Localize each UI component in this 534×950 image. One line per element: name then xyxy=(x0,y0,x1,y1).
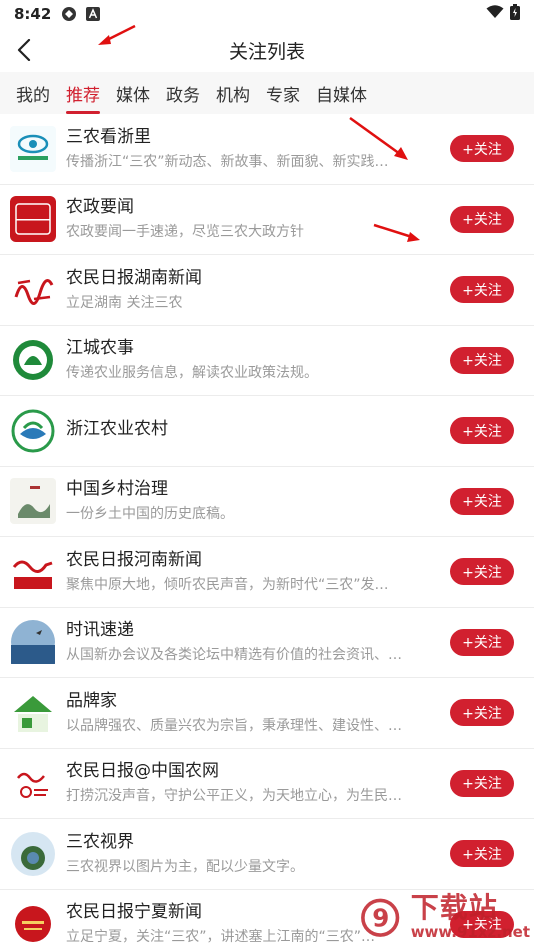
account-text: 中国乡村治理一份乡土中国的历史底稿。 xyxy=(66,478,450,524)
tab-5[interactable]: 专家 xyxy=(258,72,308,114)
top-app-bar: 关注列表 xyxy=(0,28,534,72)
account-row[interactable]: 中国乡村治理 一份乡土中国的历史底稿。 +关注 xyxy=(0,467,534,537)
wifi-icon xyxy=(486,5,504,23)
account-name: 农民日报湖南新闻 xyxy=(66,267,202,288)
tab-6[interactable]: 自媒体 xyxy=(308,72,375,114)
account-logo-icon xyxy=(10,548,56,595)
tab-4[interactable]: 机构 xyxy=(208,72,258,114)
account-text: 品牌家以品牌强农、质量兴农为宗旨，秉承理性、建设性、… xyxy=(66,690,450,736)
watermark-url: www.91xz.net xyxy=(410,923,530,941)
account-row[interactable]: 三农看浙里 传播浙江“三农”新动态、新故事、新面貌、新实践… +关注 xyxy=(0,114,534,185)
account-name: 农民日报@中国农网 xyxy=(66,761,219,782)
account-name: 品牌家 xyxy=(66,690,117,711)
site-watermark: 9 下载站 www.91xz.net xyxy=(360,886,530,948)
account-name: 时讯速递 xyxy=(66,620,134,641)
account-description: 以品牌强农、质量兴农为宗旨，秉承理性、建设性、… xyxy=(66,717,402,734)
account-name: 浙江农业农村 xyxy=(66,418,168,439)
account-logo-icon xyxy=(10,196,56,243)
account-logo-icon xyxy=(10,831,56,877)
tab-3[interactable]: 政务 xyxy=(158,72,208,114)
account-description: 三农视界以图片为主，配以少量文字。 xyxy=(66,858,304,875)
account-text: 农民日报湖南新闻立足湖南 关注三农 xyxy=(66,267,450,313)
app-a-icon xyxy=(85,6,101,22)
account-row[interactable]: 浙江农业农村 +关注 xyxy=(0,396,534,467)
account-name: 农民日报河南新闻 xyxy=(66,549,202,570)
account-description: 农政要闻一手速递，尽览三农大政方针 xyxy=(66,224,304,241)
account-name: 江城农事 xyxy=(66,338,134,359)
watermark-logo-icon: 9 xyxy=(361,898,400,937)
account-logo-icon xyxy=(10,125,56,172)
follow-button[interactable]: +关注 xyxy=(450,487,514,515)
follow-button[interactable]: +关注 xyxy=(450,628,514,656)
watermark-main: 下载站 xyxy=(410,891,498,924)
account-text: 江城农事传递农业服务信息，解读农业政策法规。 xyxy=(66,337,450,383)
follow-button[interactable]: +关注 xyxy=(450,769,514,797)
account-description: 打捞沉没声音，守护公平正义，为天地立心，为生民… xyxy=(66,788,402,805)
account-logo-icon xyxy=(10,689,56,736)
account-row[interactable]: 三农视界 三农视界以图片为主，配以少量文字。 +关注 xyxy=(0,819,534,890)
back-button[interactable] xyxy=(8,34,40,66)
account-text: 农政要闻农政要闻一手速递，尽览三农大政方针 xyxy=(66,196,450,242)
category-tabs: 我的 推荐 媒体 政务 机构 专家 自媒体 xyxy=(0,72,534,114)
account-text: 浙江农业农村 xyxy=(66,418,450,444)
page-title: 关注列表 xyxy=(228,40,305,63)
account-name: 三农看浙里 xyxy=(66,126,151,147)
account-description: 一份乡土中国的历史底稿。 xyxy=(66,506,234,523)
follow-button[interactable]: +关注 xyxy=(450,417,514,445)
account-text: 三农视界三农视界以图片为主，配以少量文字。 xyxy=(66,831,450,877)
account-logo-icon xyxy=(10,901,56,948)
account-list: 三农看浙里 传播浙江“三农”新动态、新故事、新面貌、新实践… +关注 农政要闻 农政要闻… xyxy=(0,114,534,950)
account-row[interactable]: 江城农事 传递农业服务信息，解读农业政策法规。 +关注 xyxy=(0,326,534,396)
follow-button[interactable]: +关注 xyxy=(450,346,514,374)
follow-button[interactable]: +关注 xyxy=(450,558,514,586)
follow-button[interactable]: +关注 xyxy=(450,135,514,163)
status-time: 8:42 xyxy=(14,5,52,23)
account-description: 立足湖南 关注三农 xyxy=(66,294,183,311)
follow-button[interactable]: +关注 xyxy=(450,276,514,304)
account-name: 农政要闻 xyxy=(66,197,134,218)
account-row[interactable]: 品牌家 以品牌强农、质量兴农为宗旨，秉承理性、建设性、… +关注 xyxy=(0,678,534,749)
account-description: 传播浙江“三农”新动态、新故事、新面貌、新实践… xyxy=(66,153,389,170)
account-logo-icon xyxy=(10,478,56,525)
account-name: 三农视界 xyxy=(66,831,134,852)
account-logo-icon xyxy=(10,266,56,313)
watermark-digit: 9 xyxy=(372,903,389,932)
account-description: 聚焦中原大地，倾听农民声音，为新时代“三农”发… xyxy=(66,576,389,593)
account-logo-icon xyxy=(10,337,56,384)
app-notification-icon xyxy=(61,6,77,22)
account-row[interactable]: 农民日报河南新闻 聚焦中原大地，倾听农民声音，为新时代“三农”发… +关注 xyxy=(0,537,534,608)
chevron-left-icon xyxy=(17,39,31,61)
account-name: 中国乡村治理 xyxy=(66,479,168,500)
account-row[interactable]: 时讯速递 从国新办会议及各类论坛中精选有价值的社会资讯、… +关注 xyxy=(0,608,534,678)
follow-button[interactable]: +关注 xyxy=(450,840,514,868)
account-logo-icon xyxy=(10,760,56,807)
account-description: 从国新办会议及各类论坛中精选有价值的社会资讯、… xyxy=(66,647,402,664)
follow-button[interactable]: +关注 xyxy=(450,699,514,727)
account-text: 时讯速递从国新办会议及各类论坛中精选有价值的社会资讯、… xyxy=(66,619,450,665)
account-text: 三农看浙里传播浙江“三农”新动态、新故事、新面貌、新实践… xyxy=(66,126,450,172)
account-logo-icon xyxy=(10,407,56,454)
account-row[interactable]: 农政要闻 农政要闻一手速递，尽览三农大政方针 +关注 xyxy=(0,185,534,255)
account-description: 传递农业服务信息，解读农业政策法规。 xyxy=(66,365,318,382)
follow-button[interactable]: +关注 xyxy=(450,205,514,233)
status-bar: 8:42 xyxy=(0,0,534,28)
tab-0[interactable]: 我的 xyxy=(8,72,58,114)
battery-icon xyxy=(510,4,520,24)
account-text: 农民日报河南新闻聚焦中原大地，倾听农民声音，为新时代“三农”发… xyxy=(66,549,450,595)
account-row[interactable]: 农民日报@中国农网 打捞沉没声音，守护公平正义，为天地立心，为生民… +关注 xyxy=(0,749,534,819)
tab-2[interactable]: 媒体 xyxy=(108,72,158,114)
account-row[interactable]: 农民日报湖南新闻 立足湖南 关注三农 +关注 xyxy=(0,255,534,326)
account-logo-icon xyxy=(10,619,56,665)
tab-1[interactable]: 推荐 xyxy=(58,72,108,114)
account-text: 农民日报@中国农网打捞沉没声音，守护公平正义，为天地立心，为生民… xyxy=(66,760,450,806)
